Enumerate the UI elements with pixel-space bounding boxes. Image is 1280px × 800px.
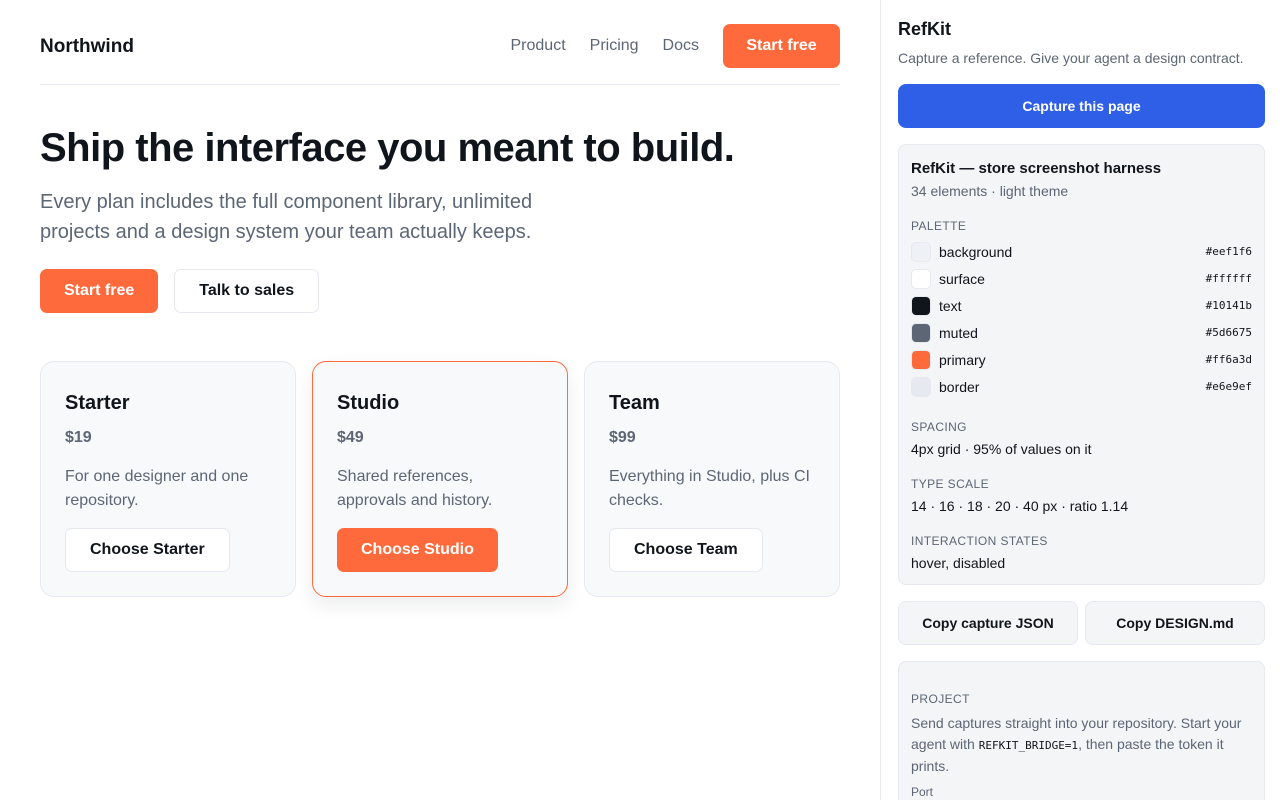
plan-name: Studio — [337, 392, 400, 414]
palette-label: PALETTE — [911, 219, 967, 233]
refkit-panel: RefKit Capture a reference. Give your ag… — [880, 0, 1280, 800]
top-nav: Northwind Product Pricing Docs Start fre… — [40, 24, 840, 85]
color-name: background — [939, 243, 1013, 260]
choose-starter-button[interactable]: Choose Starter — [65, 528, 230, 572]
bridge-env-code: REFKIT_BRIDGE=1 — [978, 739, 1079, 752]
port-label: Port — [911, 785, 934, 799]
plan-price: $99 — [609, 429, 636, 446]
palette-item: text #10141b — [911, 292, 1252, 319]
color-swatch — [911, 241, 931, 262]
nav-link-product[interactable]: Product — [511, 37, 566, 55]
palette-item: background #eef1f6 — [911, 238, 1252, 265]
panel-subtitle: Capture a reference. Give your agent a d… — [898, 50, 1244, 66]
interaction-states-label: INTERACTION STATES — [911, 534, 1048, 548]
copy-capture-json-button[interactable]: Copy capture JSON — [898, 601, 1078, 645]
spacing-label: SPACING — [911, 420, 967, 434]
project-section: PROJECT Send captures straight into your… — [898, 661, 1265, 800]
color-hex: #ff6a3d — [1205, 353, 1252, 366]
plan-name: Starter — [65, 392, 130, 414]
color-name: text — [939, 297, 962, 314]
talk-to-sales-button[interactable]: Talk to sales — [174, 269, 320, 313]
copy-actions: Copy capture JSON Copy DESIGN.md — [898, 601, 1265, 645]
choose-team-button[interactable]: Choose Team — [609, 528, 763, 572]
palette-list: background #eef1f6 surface #ffffff text … — [911, 238, 1252, 400]
plan-price: $49 — [337, 429, 364, 446]
choose-studio-button[interactable]: Choose Studio — [337, 528, 498, 572]
plan-card-studio: Studio $49 Shared references, approvals … — [312, 361, 568, 597]
color-name: border — [939, 378, 980, 395]
type-scale-label: TYPE SCALE — [911, 477, 990, 491]
color-swatch — [911, 268, 931, 289]
palette-item: surface #ffffff — [911, 265, 1252, 292]
plan-price: $19 — [65, 429, 92, 446]
capture-summary: RefKit — store screenshot harness 34 ele… — [898, 144, 1265, 585]
color-swatch — [911, 376, 931, 397]
plan-name: Team — [609, 392, 660, 414]
nav-link-docs[interactable]: Docs — [663, 37, 699, 55]
brand-logo[interactable]: Northwind — [40, 36, 134, 58]
plan-description: Everything in Studio, plus CI checks. — [609, 468, 810, 509]
main-page: Northwind Product Pricing Docs Start fre… — [0, 0, 880, 800]
nav-start-free-button[interactable]: Start free — [723, 24, 840, 68]
palette-item: muted #5d6675 — [911, 319, 1252, 346]
type-scale-value: 14 · 16 · 18 · 20 · 40 px · ratio 1.14 — [911, 498, 1129, 514]
color-hex: #ffffff — [1205, 272, 1252, 285]
hero-title: Ship the interface you meant to build. — [40, 126, 735, 170]
color-hex: #e6e9ef — [1205, 380, 1252, 393]
color-hex: #5d6675 — [1205, 326, 1252, 339]
hero-start-free-button[interactable]: Start free — [40, 269, 159, 313]
plan-description: For one designer and one repository. — [65, 468, 249, 509]
plan-description: Shared references, approvals and history… — [337, 468, 493, 509]
nav-links: Product Pricing Docs Start free — [511, 24, 840, 68]
color-name: primary — [939, 351, 986, 368]
hero-subtitle: Every plan includes the full component l… — [40, 191, 533, 243]
color-hex: #eef1f6 — [1205, 245, 1252, 258]
color-swatch — [911, 349, 931, 370]
copy-design-md-button[interactable]: Copy DESIGN.md — [1085, 601, 1265, 645]
panel-title: RefKit — [898, 19, 951, 39]
plan-card-team: Team $99 Everything in Studio, plus CI c… — [584, 361, 840, 597]
nav-link-pricing[interactable]: Pricing — [590, 37, 639, 55]
project-description: Send captures straight into your reposit… — [911, 713, 1252, 777]
summary-meta: 34 elements · light theme — [911, 183, 1069, 199]
summary-title: RefKit — store screenshot harness — [911, 160, 1162, 177]
interaction-states-value: hover, disabled — [911, 555, 1006, 571]
color-name: surface — [939, 270, 985, 287]
plan-card-starter: Starter $19 For one designer and one rep… — [40, 361, 296, 597]
color-swatch — [911, 322, 931, 343]
color-swatch — [911, 295, 931, 316]
capture-page-button[interactable]: Capture this page — [898, 84, 1265, 128]
spacing-value: 4px grid · 95% of values on it — [911, 441, 1092, 457]
palette-item: primary #ff6a3d — [911, 346, 1252, 373]
project-label: PROJECT — [911, 692, 970, 706]
hero-actions: Start free Talk to sales — [40, 269, 320, 313]
pricing-cards: Starter $19 For one designer and one rep… — [40, 361, 840, 597]
color-hex: #10141b — [1205, 299, 1252, 312]
color-name: muted — [939, 324, 978, 341]
palette-item: border #e6e9ef — [911, 373, 1252, 400]
